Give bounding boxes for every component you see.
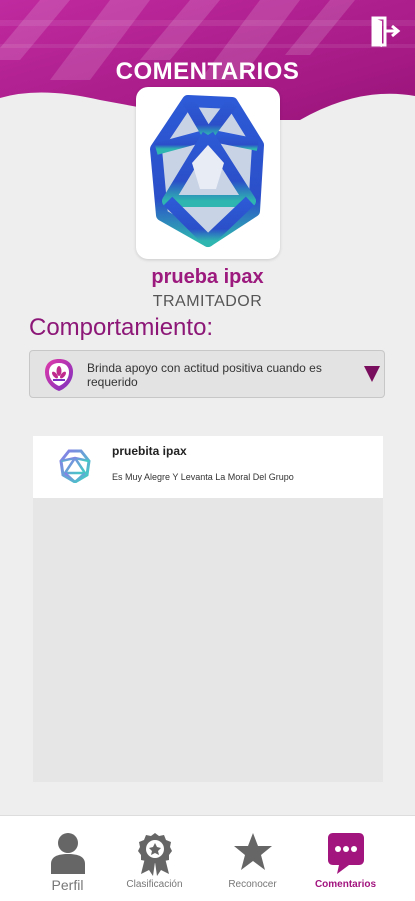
icosahedron-avatar bbox=[150, 95, 264, 247]
commenter-avatar bbox=[59, 449, 91, 483]
comments-list[interactable]: pruebita ipax Es Muy Alegre Y Levanta La… bbox=[33, 436, 383, 782]
lotus-badge-icon bbox=[45, 359, 73, 391]
person-icon bbox=[50, 833, 85, 874]
nav-label-reconocer: Reconocer bbox=[228, 879, 277, 890]
nav-reconocer[interactable]: Reconocer bbox=[201, 816, 304, 901]
comment-item[interactable]: pruebita ipax Es Muy Alegre Y Levanta La… bbox=[33, 436, 383, 498]
nav-clasificacion[interactable]: Clasificación bbox=[103, 816, 206, 901]
logout-button[interactable] bbox=[371, 16, 401, 48]
award-badge-icon bbox=[137, 833, 172, 876]
user-name: prueba ipax bbox=[151, 266, 264, 288]
bottom-nav: Perfil Clasificación Reconocer Comentari… bbox=[0, 815, 415, 901]
behavior-selected-value: Brinda apoyo con actitud positiva cuando… bbox=[87, 361, 322, 389]
dropdown-caret-icon bbox=[364, 366, 380, 382]
user-role: TRAMITADOR bbox=[152, 293, 263, 310]
behavior-section-label: Comportamiento: bbox=[29, 314, 214, 341]
profile-avatar-card bbox=[136, 87, 280, 259]
nav-label-clasificacion: Clasificación bbox=[126, 879, 183, 890]
comment-text: Es Muy Alegre Y Levanta La Moral Del Gru… bbox=[112, 472, 294, 482]
logout-icon bbox=[371, 16, 401, 47]
star-icon bbox=[233, 833, 272, 870]
behavior-dropdown[interactable]: Brinda apoyo con actitud positiva cuando… bbox=[29, 350, 385, 398]
nav-comentarios[interactable]: Comentarios bbox=[294, 816, 397, 901]
chat-bubble-icon bbox=[327, 833, 364, 874]
nav-label-comentarios: Comentarios bbox=[314, 879, 377, 890]
comment-author: pruebita ipax bbox=[112, 444, 187, 458]
page-title: COMENTARIOS bbox=[115, 58, 300, 85]
